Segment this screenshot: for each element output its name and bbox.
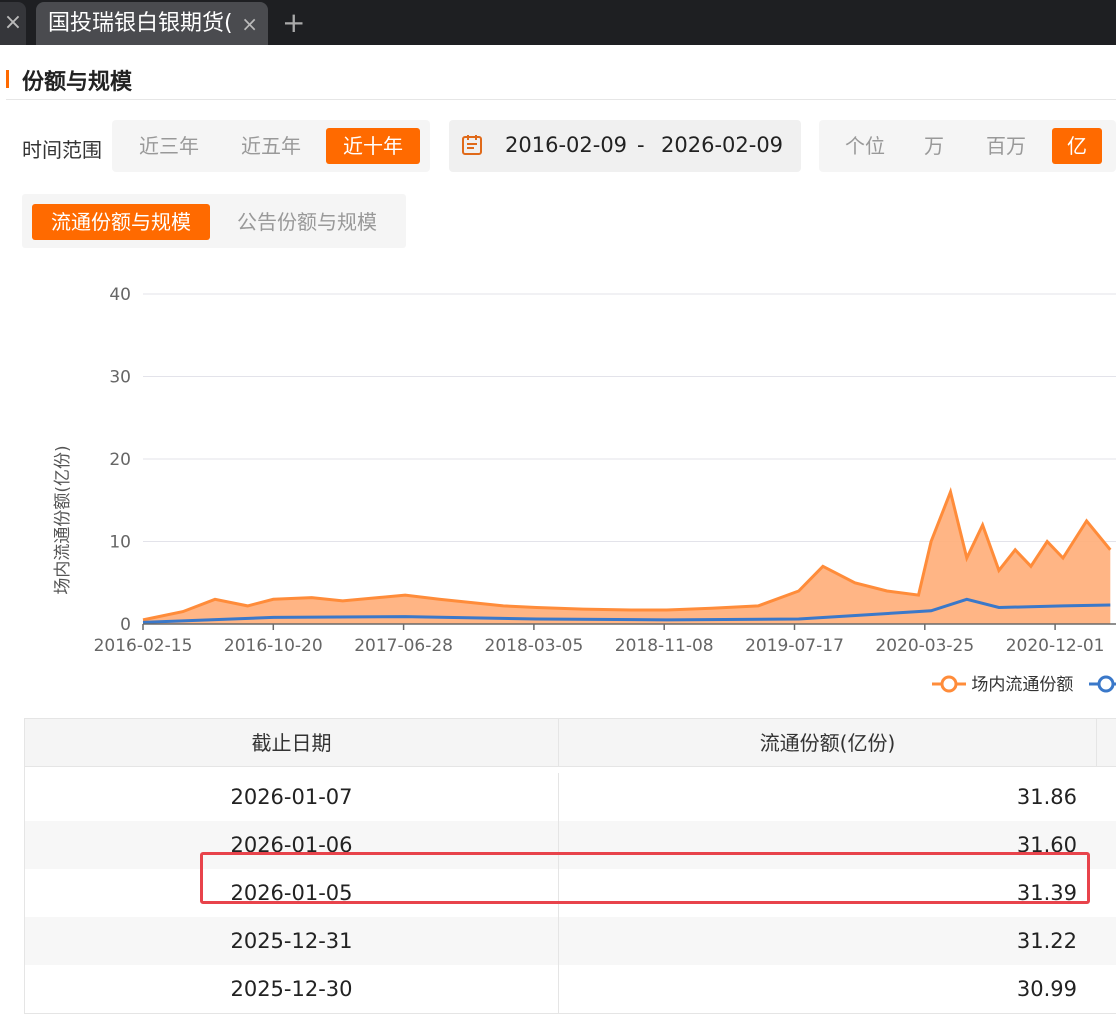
- row-date: 2025-12-30: [25, 965, 559, 1013]
- row-date: 2025-12-31: [25, 917, 559, 965]
- table-row: 2026-01-07 31.86: [25, 773, 1116, 821]
- x-tick-label: 2017-06-28: [354, 636, 453, 656]
- x-tick-label: 2016-10-20: [224, 636, 323, 656]
- share-chart: 2016-02-15 2016-10-20 2017-06-28 2018-03-05…: [53, 285, 1116, 656]
- series-area-onmarket: [143, 492, 1111, 624]
- row-value: 31.86: [1016, 785, 1077, 809]
- x-tick-label: 2020-03-25: [875, 636, 974, 656]
- y-tick-label: 10: [109, 533, 131, 553]
- browser-tab-active[interactable]: 国投瑞银白银期货( ×: [36, 2, 268, 45]
- chart-legend: 场内流通份额: [932, 670, 1116, 695]
- x-tick-label: 2016-02-15: [94, 636, 193, 656]
- table-header: 截止日期 流通份额(亿份): [25, 719, 1116, 767]
- x-tick-label: 2019-07-17: [745, 636, 844, 656]
- y-tick-label: 20: [109, 450, 131, 470]
- legend-blue-marker-icon: [1088, 675, 1116, 693]
- new-tab-icon[interactable]: +: [282, 2, 305, 44]
- tab-title: 国投瑞银白银期货(: [48, 11, 233, 36]
- row-value: 30.99: [1016, 977, 1077, 1001]
- table-row: 2025-12-31 31.22: [25, 917, 1116, 965]
- x-tick-label: 2020-12-01: [1006, 636, 1105, 656]
- browser-tab-bar: × 国投瑞银白银期货( × +: [0, 0, 1116, 45]
- row-value: 31.22: [1016, 929, 1077, 953]
- chart-series: [142, 487, 1112, 624]
- table-row: 2025-12-30 30.99: [25, 965, 1116, 1013]
- y-axis-label: 场内流通份额(亿份): [53, 445, 73, 594]
- header-shares[interactable]: 流通份额(亿份): [559, 719, 1097, 767]
- x-tick-label: 2018-03-05: [485, 636, 584, 656]
- y-tick-label: 40: [109, 285, 131, 305]
- x-tick-label: 2018-11-08: [615, 636, 714, 656]
- chart-x-axis: 2016-02-15 2016-10-20 2017-06-28 2018-03-05…: [94, 623, 1116, 656]
- chart-y-axis: 0 10 20 30 40: [109, 285, 131, 635]
- highlighted-row-outline: [200, 852, 1090, 904]
- previous-tab-close-icon[interactable]: ×: [0, 2, 26, 45]
- tab-close-icon[interactable]: ×: [241, 2, 258, 45]
- y-tick-label: 0: [120, 615, 131, 635]
- header-date[interactable]: 截止日期: [25, 719, 559, 767]
- row-date: 2026-01-07: [25, 773, 559, 821]
- y-tick-label: 30: [109, 368, 131, 388]
- legend-label-onmarket-shares[interactable]: 场内流通份额: [971, 675, 1073, 695]
- legend-orange-marker-icon: [932, 675, 966, 693]
